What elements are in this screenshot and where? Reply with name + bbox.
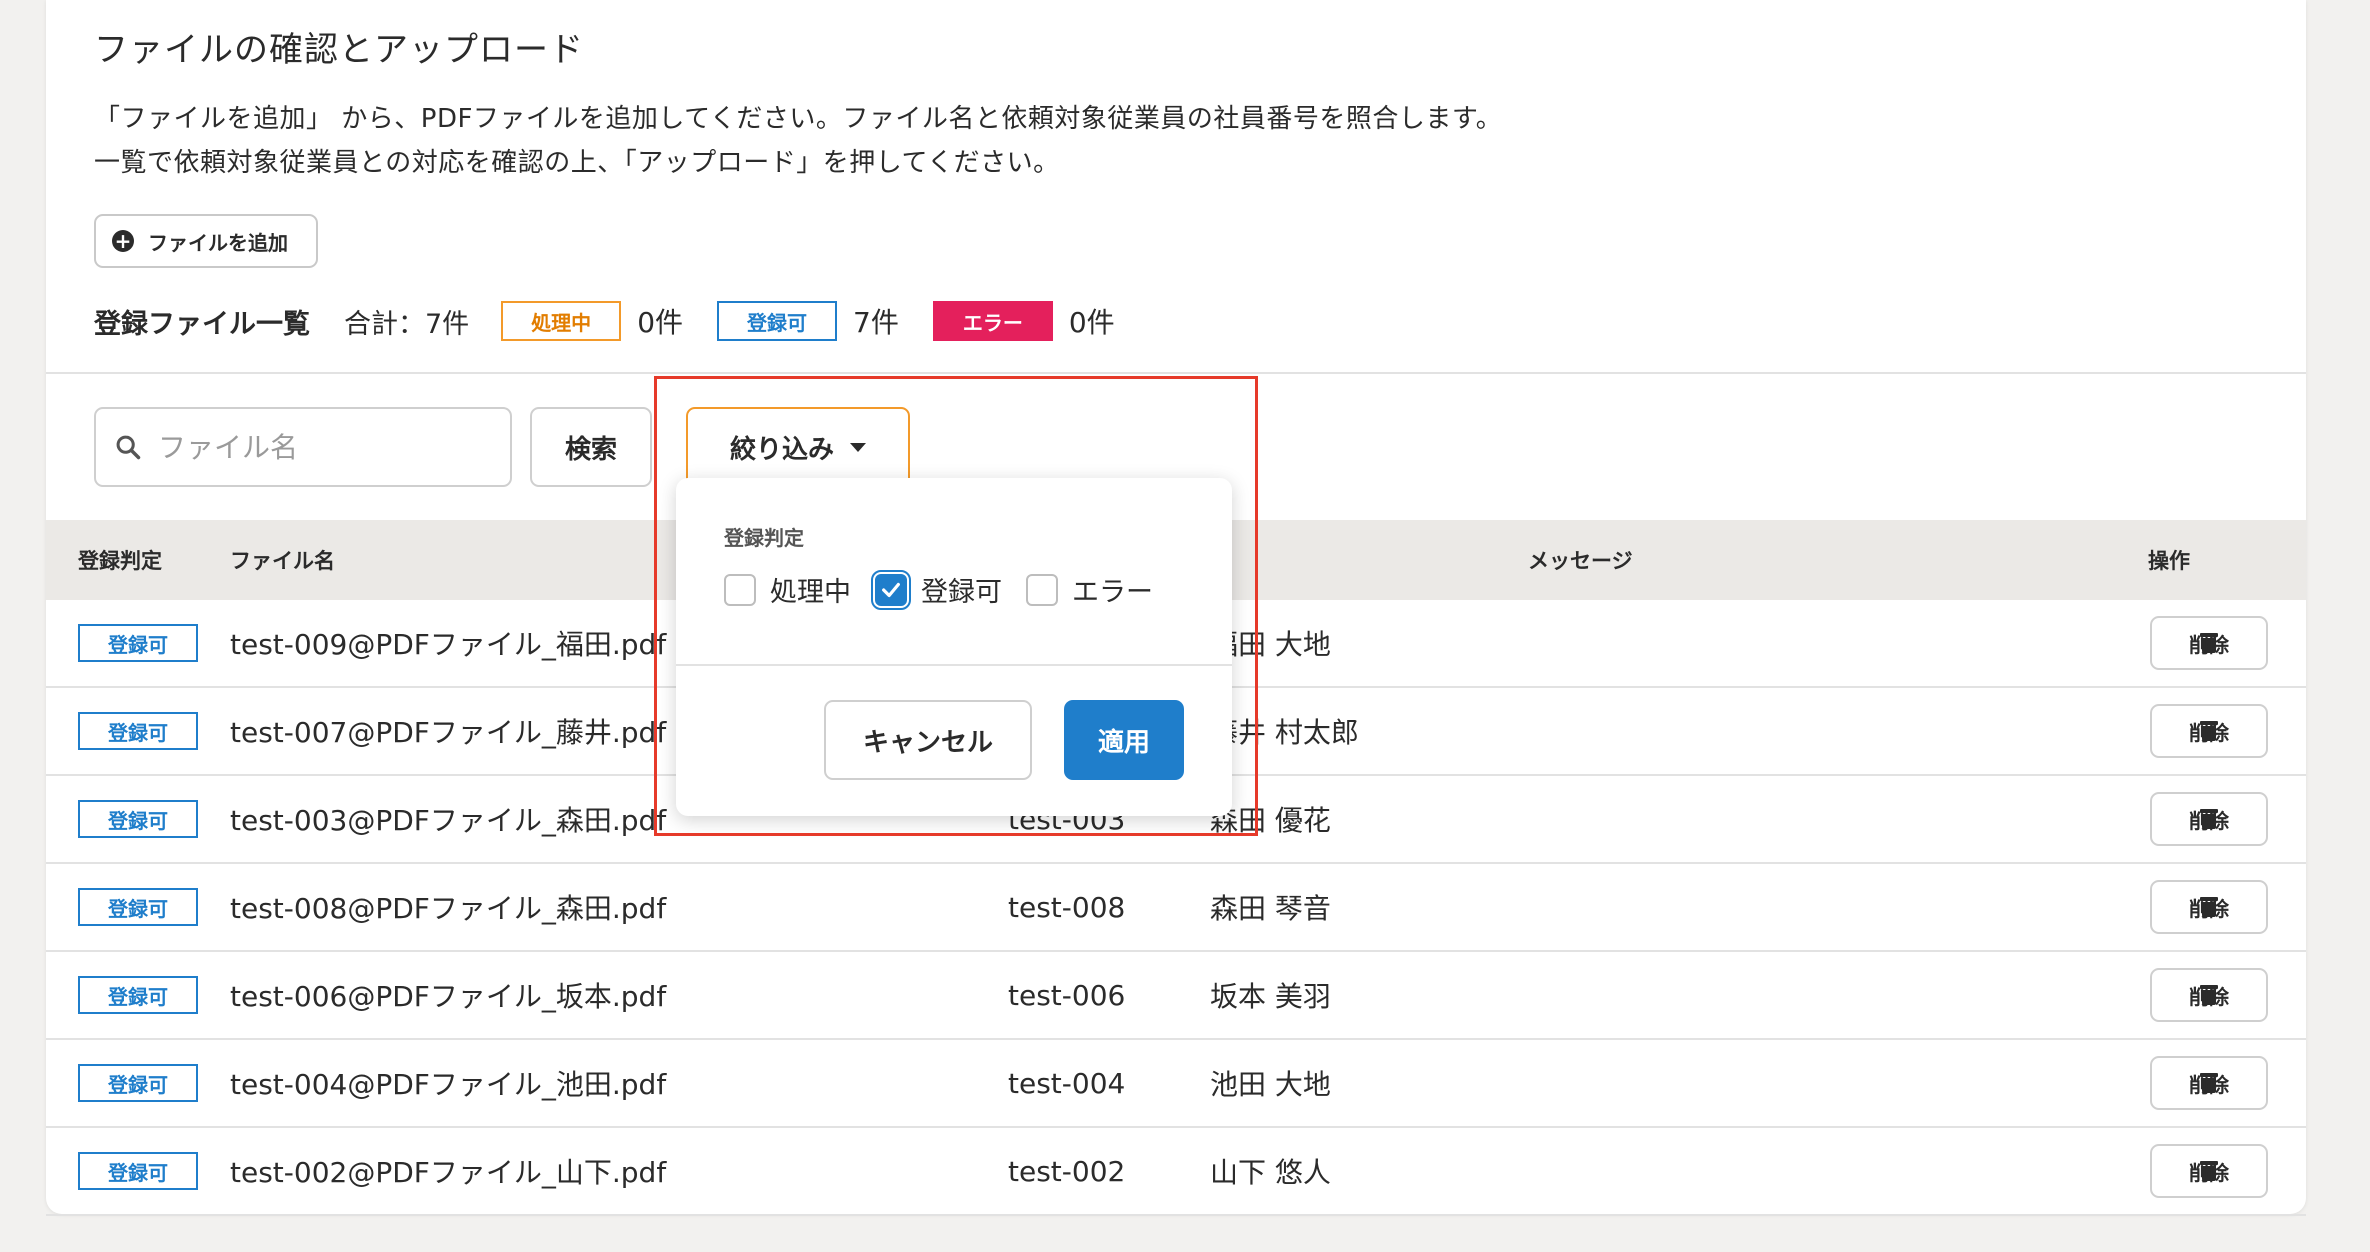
filter-popover: 登録判定 処理中 登録可 エラー キャンセル 適用 [676, 478, 1232, 816]
checkbox[interactable] [1026, 573, 1058, 606]
filename-search-field[interactable] [94, 407, 512, 487]
employee-name-cell: 藤井 村太郎 [1210, 716, 1359, 749]
add-file-label: ファイルを追加 [148, 230, 288, 255]
filename-cell: test-007@PDFファイル_藤井.pdf [230, 716, 667, 749]
page-title: ファイルの確認とアップロード [94, 30, 584, 70]
plus-circle-icon: + [112, 230, 134, 252]
filter-option-processing[interactable]: 処理中 [724, 570, 851, 609]
delete-label: 削除 [2189, 720, 2229, 745]
error-tag: エラー [932, 301, 1053, 341]
table-row: 登録可 test-008@PDFファイル_森田.pdf test-008 森田 … [46, 864, 2306, 952]
header-action: 操作 [2148, 549, 2190, 573]
delete-label: 削除 [2189, 984, 2229, 1009]
file-list-title: 登録ファイル一覧 [94, 308, 310, 340]
employee-no-cell: test-008 [1008, 890, 1126, 924]
error-count: 0件 [1068, 306, 1115, 339]
checkbox-checked[interactable] [871, 569, 911, 610]
employee-name-cell: 森田 琴音 [1210, 892, 1331, 925]
filter-option-label: 処理中 [770, 577, 851, 608]
apply-button[interactable]: 適用 [1064, 700, 1184, 780]
checkbox[interactable] [724, 573, 756, 606]
delete-label: 削除 [2189, 808, 2229, 833]
delete-button[interactable]: 削除 [2150, 880, 2268, 934]
table-row: 登録可 test-004@PDFファイル_池田.pdf test-004 池田 … [46, 1040, 2306, 1128]
file-summary: 登録ファイル一覧 合計：7件 処理中 0件 登録可 7件 エラー 0件 [94, 298, 1149, 344]
processing-tag: 処理中 [501, 301, 622, 341]
filter-option-label: 登録可 [921, 577, 1002, 608]
delete-button[interactable]: 削除 [2150, 1144, 2268, 1198]
filename-cell: test-006@PDFファイル_坂本.pdf [230, 980, 667, 1013]
delete-button[interactable]: 削除 [2150, 968, 2268, 1022]
checkmark-icon [882, 582, 900, 597]
employee-name-cell: 池田 大地 [1210, 1068, 1331, 1101]
delete-button[interactable]: 削除 [2150, 616, 2268, 670]
employee-no-cell: test-002 [1008, 1154, 1126, 1188]
filter-option-label: エラー [1072, 577, 1153, 608]
employee-name-cell: 山下 悠人 [1210, 1156, 1331, 1189]
filter-option-registrable[interactable]: 登録可 [871, 569, 1002, 610]
processing-count: 0件 [637, 306, 684, 339]
search-button[interactable]: 検索 [530, 407, 652, 487]
page-description: 「ファイルを追加」 から、PDFファイルを追加してください。ファイル名と依頼対象… [94, 97, 1502, 185]
status-badge: 登録可 [78, 976, 198, 1014]
filename-cell: test-008@PDFファイル_森田.pdf [230, 892, 667, 925]
add-file-button[interactable]: + ファイルを追加 [94, 214, 318, 268]
status-badge: 登録可 [78, 624, 198, 662]
total-count: 合計：7件 [344, 308, 470, 340]
registrable-count: 7件 [853, 306, 899, 339]
search-icon [116, 435, 141, 460]
status-badge: 登録可 [78, 800, 198, 838]
filename-cell: test-002@PDFファイル_山下.pdf [230, 1156, 667, 1189]
header-filename: ファイル名 [230, 549, 335, 573]
table-row: 登録可 test-002@PDFファイル_山下.pdf test-002 山下 … [46, 1128, 2306, 1216]
header-message: メッセージ [1528, 549, 1633, 573]
delete-button[interactable]: 削除 [2150, 704, 2268, 758]
cancel-button[interactable]: キャンセル [824, 700, 1032, 780]
delete-label: 削除 [2189, 632, 2229, 657]
filename-cell: test-009@PDFファイル_福田.pdf [230, 628, 667, 661]
status-badge: 登録可 [78, 1064, 198, 1102]
caret-down-icon [850, 442, 866, 452]
description-line-1: 「ファイルを追加」 から、PDFファイルを追加してください。ファイル名と依頼対象… [94, 104, 1503, 134]
status-badge: 登録可 [78, 888, 198, 926]
section-divider [46, 372, 2306, 374]
registrable-tag: 登録可 [717, 301, 838, 341]
filter-options: 処理中 登録可 エラー [724, 569, 1177, 610]
employee-no-cell: test-006 [1008, 978, 1126, 1012]
filter-button-label: 絞り込み [729, 434, 834, 465]
delete-label: 削除 [2189, 896, 2229, 921]
delete-label: 削除 [2189, 1072, 2229, 1097]
delete-label: 削除 [2189, 1160, 2229, 1185]
delete-button[interactable]: 削除 [2150, 1056, 2268, 1110]
delete-button[interactable]: 削除 [2150, 792, 2268, 846]
filter-option-error[interactable]: エラー [1026, 570, 1153, 609]
filename-cell: test-003@PDFファイル_森田.pdf [230, 804, 667, 837]
employee-no-cell: test-004 [1008, 1066, 1126, 1100]
search-input[interactable] [158, 430, 478, 464]
employee-name-cell: 坂本 美羽 [1210, 980, 1331, 1013]
description-line-2: 一覧で依頼対象従業員との対応を確認の上、「アップロード」を押してください。 [94, 148, 1060, 178]
filename-cell: test-004@PDFファイル_池田.pdf [230, 1068, 667, 1101]
header-status: 登録判定 [78, 549, 162, 573]
popover-divider [676, 664, 1232, 666]
filter-button[interactable]: 絞り込み [686, 407, 910, 487]
filter-heading: 登録判定 [724, 526, 804, 550]
table-row: 登録可 test-006@PDFファイル_坂本.pdf test-006 坂本 … [46, 952, 2306, 1040]
status-badge: 登録可 [78, 712, 198, 750]
status-badge: 登録可 [78, 1152, 198, 1190]
